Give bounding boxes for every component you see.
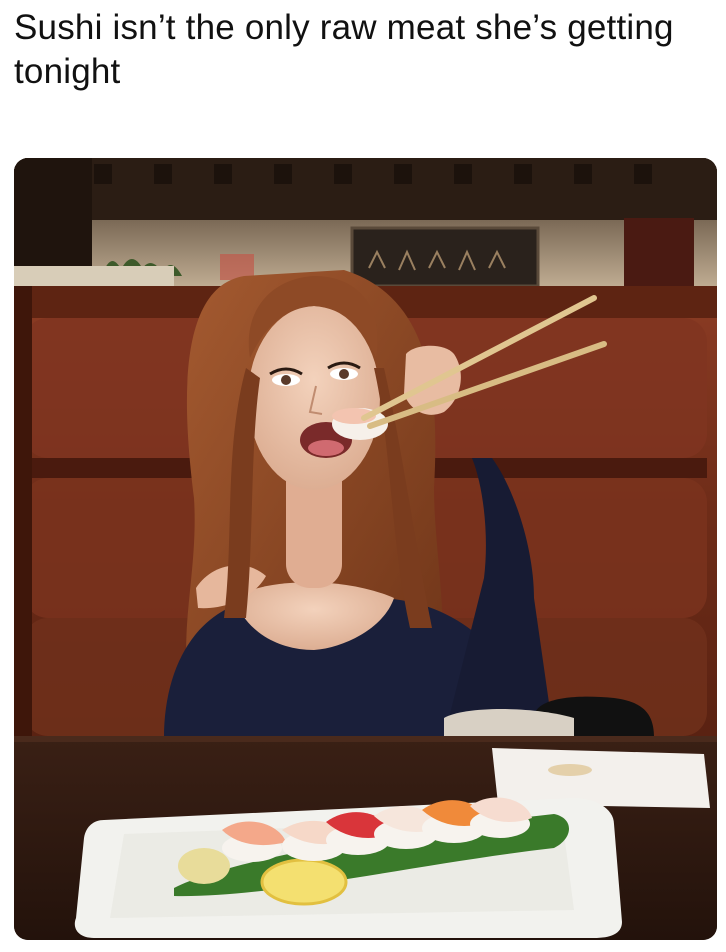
red-screen (624, 218, 694, 288)
lemon-slice (260, 858, 348, 906)
ceiling-beams (14, 158, 717, 220)
meme-caption: Sushi isn’t the only raw meat she’s gett… (14, 8, 674, 91)
photo-illustration (14, 158, 717, 940)
counter-top (14, 266, 174, 286)
meme-photo (14, 158, 717, 940)
napkin (492, 748, 710, 808)
ginger (178, 848, 230, 884)
dark-pillar (14, 158, 92, 278)
